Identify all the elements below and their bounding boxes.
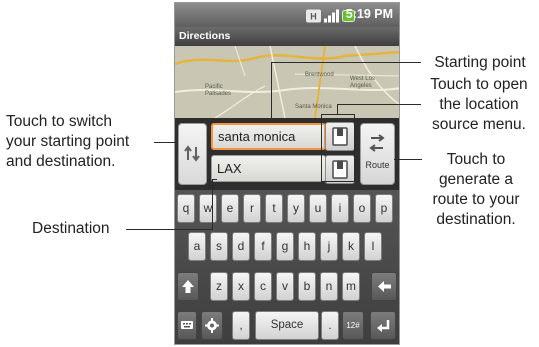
swap-vertical-icon <box>184 145 200 162</box>
key-m[interactable]: m <box>342 272 360 301</box>
keyboard-icon <box>181 321 193 329</box>
callout-route: Touch to generate a route to your destin… <box>416 150 536 230</box>
app-title: Directions <box>179 30 231 42</box>
status-bar: H 5:19 PM <box>175 3 399 27</box>
destination-highlight-box <box>212 179 217 230</box>
soft-keyboard: q w e r t y u i o p a s d f g h j k l z … <box>175 190 399 344</box>
callout-switch-line2: your starting point <box>6 133 130 150</box>
map-label: West Los Angeles <box>350 76 375 89</box>
callout-switch-line3: and destination. <box>6 153 116 170</box>
key-e[interactable]: e <box>221 194 239 223</box>
key-a[interactable]: a <box>188 232 206 261</box>
key-y[interactable]: y <box>287 194 305 223</box>
key-b[interactable]: b <box>298 272 316 301</box>
input-method-key[interactable] <box>177 311 197 340</box>
key-q[interactable]: q <box>177 194 195 223</box>
location-source-leader-line <box>337 104 421 105</box>
shift-key[interactable] <box>177 272 199 301</box>
key-c[interactable]: c <box>254 272 272 301</box>
comma-key[interactable]: , <box>232 311 250 340</box>
location-source-highlight-box <box>321 114 355 182</box>
key-z[interactable]: z <box>210 272 228 301</box>
wifi-icon: H <box>306 9 321 23</box>
phone-screen: H 5:19 PM Directions Pacific Palisades B… <box>174 2 400 345</box>
period-key[interactable]: . <box>321 311 339 340</box>
map-label: Brentwood <box>305 72 334 78</box>
route-panel: santa monica LAX Route <box>175 118 399 190</box>
starting-point-field[interactable]: santa monica <box>211 123 326 150</box>
key-n[interactable]: n <box>320 272 338 301</box>
key-t[interactable]: t <box>265 194 283 223</box>
route-button[interactable]: Route <box>360 123 395 185</box>
key-k[interactable]: k <box>342 232 360 261</box>
map-view[interactable]: Pacific Palisades Brentwood West Los Ang… <box>175 46 399 118</box>
key-f[interactable]: f <box>254 232 272 261</box>
key-d[interactable]: d <box>232 232 250 261</box>
app-title-bar: Directions <box>175 27 399 46</box>
starting-point-bracket <box>271 62 272 118</box>
starting-point-leader-line <box>271 62 421 63</box>
callout-switch: Touch to switch your starting point and … <box>6 112 129 172</box>
key-x[interactable]: x <box>232 272 250 301</box>
switch-leader-line <box>154 142 176 143</box>
map-label: Pacific Palisades <box>205 84 232 97</box>
status-time: 5:19 PM <box>345 7 393 21</box>
callout-route-line4: destination. <box>436 211 516 228</box>
space-key[interactable]: Space <box>255 311 319 340</box>
key-i[interactable]: i <box>331 194 349 223</box>
enter-key[interactable] <box>370 311 396 340</box>
key-r[interactable]: r <box>243 194 261 223</box>
callout-starting-point: Starting point <box>434 54 526 71</box>
key-j[interactable]: j <box>320 232 338 261</box>
callout-route-line1: Touch to <box>446 151 506 168</box>
key-u[interactable]: u <box>309 194 327 223</box>
route-button-label: Route <box>365 160 390 170</box>
location-source-bracket <box>337 104 338 115</box>
key-h[interactable]: h <box>298 232 316 261</box>
callout-destination: Destination <box>32 220 110 237</box>
signal-icon <box>324 9 339 23</box>
callout-location-line3: source menu. <box>432 116 526 133</box>
enter-arrow-icon <box>377 320 390 332</box>
gear-icon <box>205 318 219 333</box>
callout-location-source: Touch to open the location source menu. <box>420 75 538 135</box>
callout-location-line1: Touch to open <box>430 76 528 93</box>
destination-field[interactable]: LAX <box>211 155 326 182</box>
key-s[interactable]: s <box>210 232 228 261</box>
backspace-arrow-icon <box>378 281 391 292</box>
key-v[interactable]: v <box>276 272 294 301</box>
route-leader-line <box>394 159 422 160</box>
destination-leader-line <box>126 229 213 230</box>
route-arrow-icon <box>369 134 385 152</box>
shift-arrow-icon <box>182 280 194 293</box>
switch-start-destination-button[interactable] <box>178 123 207 185</box>
backspace-key[interactable] <box>371 272 397 301</box>
callout-location-line2: the location <box>439 96 519 113</box>
svg-text:H: H <box>310 12 317 22</box>
settings-key[interactable] <box>201 311 223 340</box>
callout-route-line2: generate a <box>438 171 514 188</box>
key-o[interactable]: o <box>353 194 371 223</box>
map-label: Santa Monica <box>295 104 332 110</box>
key-p[interactable]: p <box>375 194 393 223</box>
callout-switch-line1: Touch to switch <box>6 113 112 130</box>
callout-route-line3: route to your <box>432 191 520 208</box>
key-l[interactable]: l <box>364 232 382 261</box>
key-g[interactable]: g <box>276 232 294 261</box>
symbols-key[interactable]: 12# <box>342 311 364 340</box>
